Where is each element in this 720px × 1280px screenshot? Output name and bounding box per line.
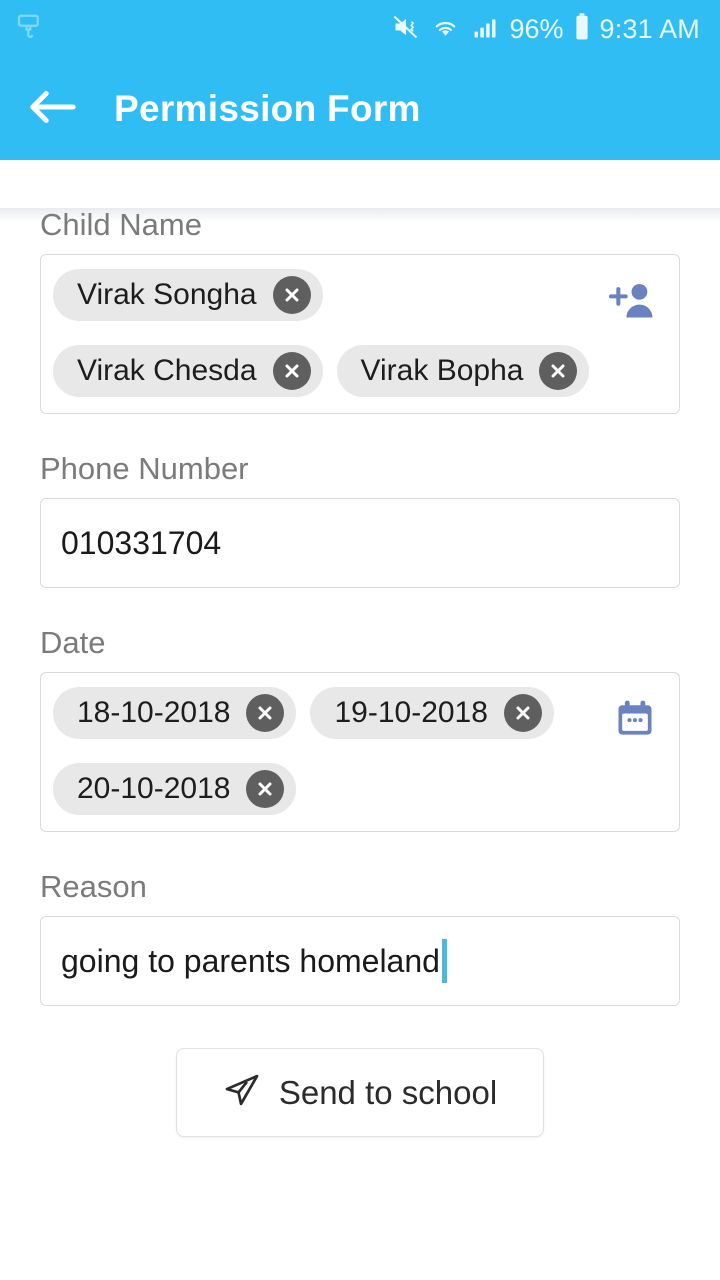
reason-input-wrapper[interactable]: going to parents homeland [41, 917, 679, 1005]
close-circle-icon[interactable] [503, 694, 542, 733]
send-action-row: Send to school [40, 1048, 680, 1138]
close-circle-icon[interactable] [272, 276, 311, 315]
child-name-chip[interactable]: Virak Chesda [53, 345, 323, 398]
chip-label: Virak Chesda [77, 353, 257, 387]
date-label: Date [40, 625, 106, 661]
app-bar: Permission Form [0, 58, 720, 160]
status-bar: 96% 9:31 AM [0, 0, 720, 58]
status-bar-clock: 9:31 AM [599, 13, 700, 44]
text-cursor [441, 939, 447, 984]
wifi-icon [430, 13, 461, 46]
battery-percent-label: 96% [509, 13, 564, 44]
pick-date-button[interactable] [613, 697, 657, 741]
reason-field[interactable]: going to parents homeland [40, 916, 680, 1007]
paper-plane-icon [223, 1071, 261, 1114]
close-circle-icon[interactable] [246, 694, 285, 733]
date-chip[interactable]: 20-10-2018 [53, 763, 297, 816]
calendar-icon [613, 700, 657, 745]
date-chip[interactable]: 19-10-2018 [310, 687, 554, 740]
reason-label: Reason [40, 869, 147, 905]
page-title: Permission Form [114, 88, 421, 129]
back-button[interactable] [24, 86, 80, 132]
date-chip-list: 18-10-2018 19-10-2018 20-10-2018 [41, 673, 679, 831]
phone-number-label: Phone Number [40, 451, 249, 487]
close-circle-icon[interactable] [539, 352, 578, 391]
reason-input[interactable]: going to parents homeland [61, 943, 440, 980]
chip-label: Virak Songha [77, 277, 257, 311]
send-to-school-button[interactable]: Send to school [175, 1048, 545, 1138]
chip-label: Virak Bopha [360, 353, 524, 387]
status-bar-notifications [14, 11, 44, 48]
battery-icon [573, 12, 591, 47]
cellular-signal-icon [470, 13, 500, 46]
form-content: Child Name Virak Songha Virak Chesda Vir… [0, 207, 720, 1280]
chip-label: 20-10-2018 [77, 772, 231, 806]
chip-label: 19-10-2018 [334, 696, 488, 730]
date-chip[interactable]: 18-10-2018 [53, 687, 297, 740]
child-name-label: Child Name [40, 207, 202, 242]
child-name-chip-list: Virak Songha Virak Chesda Virak Bopha [41, 255, 679, 413]
phone-number-field[interactable]: 010331704 [40, 498, 680, 589]
child-name-field[interactable]: Virak Songha Virak Chesda Virak Bopha [40, 254, 680, 415]
person-add-icon [608, 284, 657, 327]
paint-brush-icon [14, 11, 44, 48]
send-to-school-label: Send to school [278, 1073, 498, 1111]
close-circle-icon[interactable] [246, 770, 285, 809]
date-field[interactable]: 18-10-2018 19-10-2018 20-10-2018 [40, 672, 680, 833]
child-name-chip[interactable]: Virak Bopha [336, 345, 590, 398]
status-bar-indicators: 96% 9:31 AM [391, 12, 700, 47]
close-circle-icon[interactable] [272, 352, 311, 391]
add-child-button[interactable] [608, 279, 657, 323]
volume-mute-icon [391, 13, 421, 46]
phone-number-input[interactable]: 010331704 [41, 499, 679, 587]
child-name-chip[interactable]: Virak Songha [53, 269, 323, 322]
chip-label: 18-10-2018 [77, 696, 231, 730]
back-arrow-icon [27, 87, 77, 132]
